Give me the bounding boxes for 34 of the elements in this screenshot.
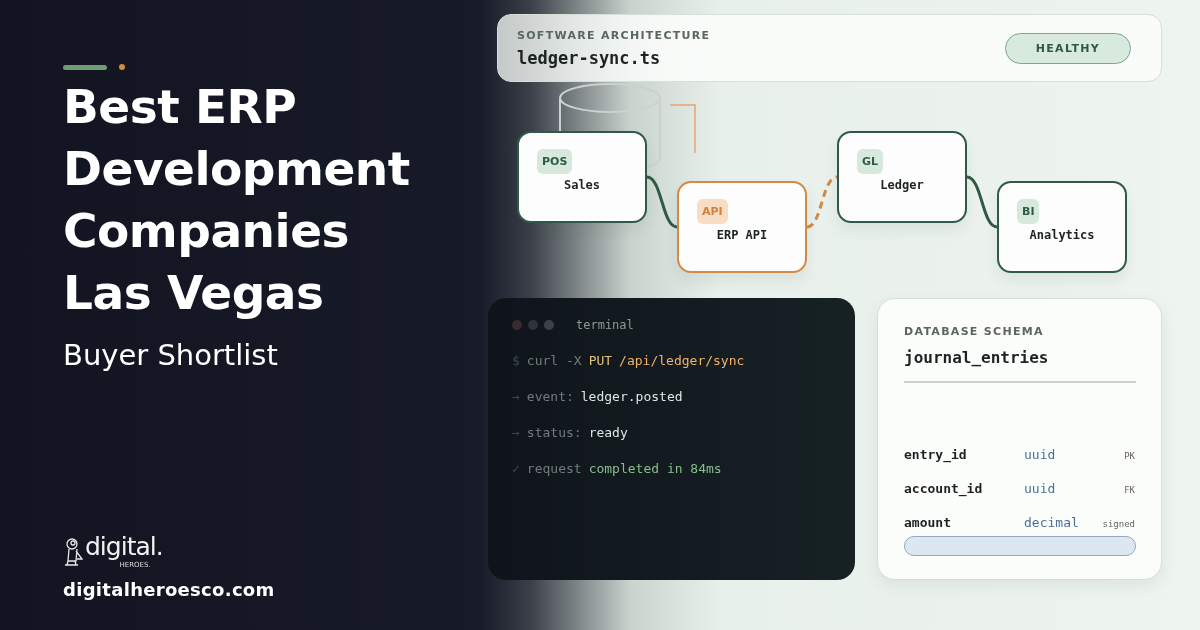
table-name: journal_entries xyxy=(904,348,1050,367)
node-badge: GL xyxy=(857,149,884,174)
schema-eyebrow: DATABASE SCHEMA xyxy=(904,325,1045,338)
accent-bars-icon xyxy=(63,64,125,70)
eyebrow-label: SOFTWARE ARCHITECTURE xyxy=(517,28,711,42)
node-badge: API xyxy=(697,199,728,224)
status-pill: HEALTHY xyxy=(1004,32,1131,64)
node-label: Analytics xyxy=(1029,228,1095,242)
mascot-icon xyxy=(63,537,83,567)
terminal-line: → event: ledger.posted xyxy=(512,389,684,404)
field-tag: FK xyxy=(1124,485,1135,495)
file-name: ledger-sync.ts xyxy=(517,47,662,68)
window-dots-icon xyxy=(512,320,556,330)
subtitle: Buyer Shortlist xyxy=(63,338,279,372)
node-label: Sales xyxy=(563,178,601,192)
field-tag: signed xyxy=(1102,519,1135,529)
node-badge: POS xyxy=(537,149,573,174)
field-type: uuid xyxy=(1024,447,1057,462)
field-type: uuid xyxy=(1024,481,1057,496)
website-url: digitalheroesco.com xyxy=(63,579,276,600)
field-name: account_id xyxy=(904,481,984,496)
field-tag: PK xyxy=(1124,451,1135,461)
field-name: entry_id xyxy=(904,447,968,462)
headline: Best ERP Development Companies Las Vegas xyxy=(63,78,411,322)
terminal-line: ✓ request completed in 84ms xyxy=(512,461,723,476)
node-label: ERP API xyxy=(716,228,768,242)
terminal-title: terminal xyxy=(576,318,634,332)
terminal-line: $ curl -X PUT /api/ledger/sync xyxy=(512,353,746,368)
terminal-line: → status: ready xyxy=(512,425,629,440)
node-label: Ledger xyxy=(880,178,924,192)
field-type: decimal xyxy=(1024,515,1080,530)
logo-wordmark: digital. xyxy=(85,533,163,561)
field-name: amount xyxy=(904,515,952,530)
node-badge: BI xyxy=(1017,199,1040,224)
